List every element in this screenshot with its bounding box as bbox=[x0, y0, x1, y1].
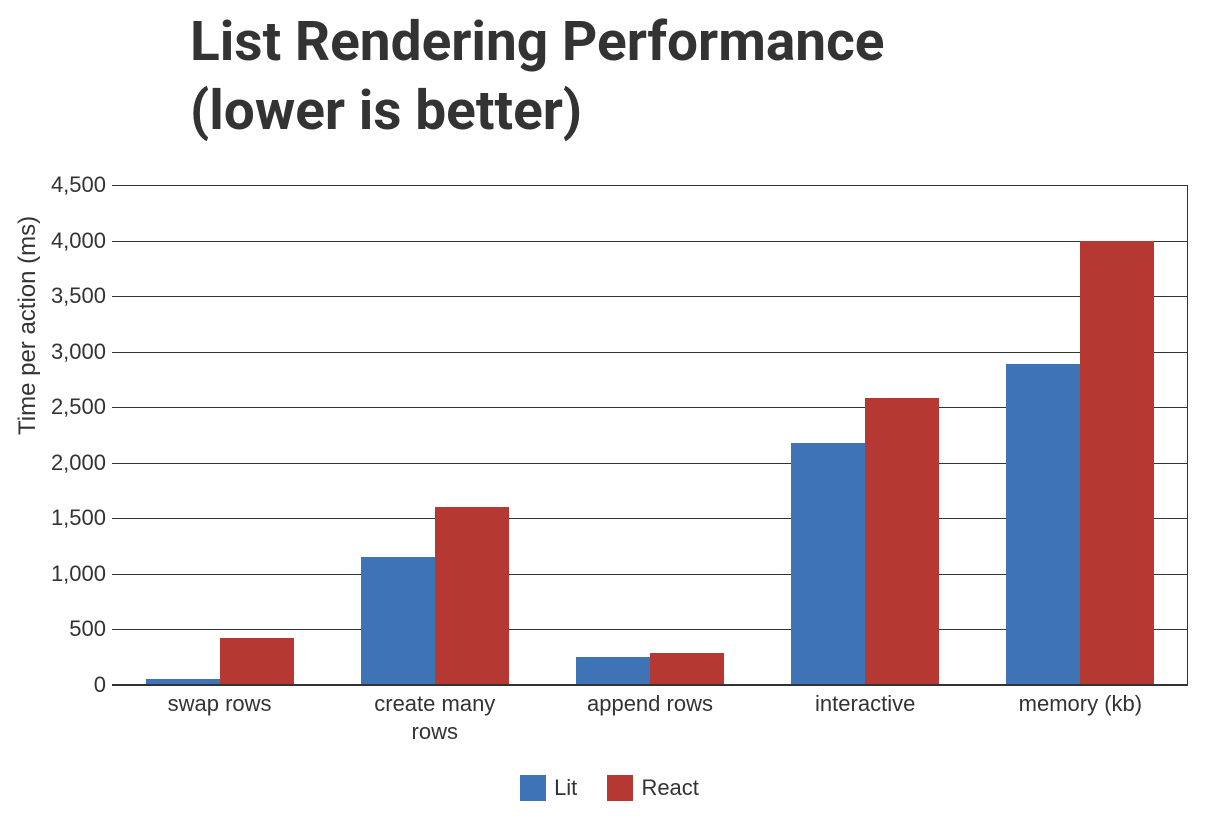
x-tick-label: swap rows bbox=[112, 690, 327, 718]
chart-title-line2: (lower is better) bbox=[190, 77, 884, 146]
bar-lit bbox=[791, 443, 865, 685]
gridline bbox=[112, 352, 1188, 353]
chart-plot-area: 05001,0001,5002,0002,5003,0003,5004,0004… bbox=[112, 185, 1188, 685]
bar-react bbox=[865, 398, 939, 685]
bar-lit bbox=[576, 657, 650, 685]
chart-title-line1: List Rendering Performance bbox=[190, 8, 884, 77]
x-tick-label: interactive bbox=[758, 690, 973, 718]
legend-item-lit: Lit bbox=[520, 775, 577, 801]
bar-react bbox=[220, 638, 294, 685]
legend-label-react: React bbox=[641, 775, 698, 801]
x-tick-label: append rows bbox=[542, 690, 757, 718]
bar-react bbox=[650, 653, 724, 685]
legend-item-react: React bbox=[607, 775, 698, 801]
gridline bbox=[112, 296, 1188, 297]
gridline bbox=[112, 241, 1188, 242]
legend-swatch-react bbox=[607, 775, 633, 801]
legend-label-lit: Lit bbox=[554, 775, 577, 801]
y-tick-label: 1,000 bbox=[26, 561, 106, 587]
y-tick-label: 500 bbox=[26, 616, 106, 642]
chart-title: List Rendering Performance (lower is bet… bbox=[190, 8, 884, 146]
gridline bbox=[112, 185, 1188, 186]
legend: Lit React bbox=[0, 775, 1219, 807]
gridline bbox=[112, 685, 1188, 686]
y-tick-label: 4,000 bbox=[26, 228, 106, 254]
y-tick-label: 4,500 bbox=[26, 172, 106, 198]
x-tick-label: create manyrows bbox=[327, 690, 542, 745]
bar-react bbox=[1080, 241, 1154, 685]
bar-react bbox=[435, 507, 509, 685]
legend-swatch-lit bbox=[520, 775, 546, 801]
y-tick-label: 1,500 bbox=[26, 505, 106, 531]
y-tick-label: 0 bbox=[26, 672, 106, 698]
y-tick-label: 3,500 bbox=[26, 283, 106, 309]
bar-lit bbox=[1006, 364, 1080, 685]
bar-lit bbox=[361, 557, 435, 685]
y-tick-label: 2,500 bbox=[26, 394, 106, 420]
x-tick-label: memory (kb) bbox=[973, 690, 1188, 718]
y-tick-label: 2,000 bbox=[26, 450, 106, 476]
y-tick-label: 3,000 bbox=[26, 339, 106, 365]
x-axis-line bbox=[112, 684, 1188, 685]
